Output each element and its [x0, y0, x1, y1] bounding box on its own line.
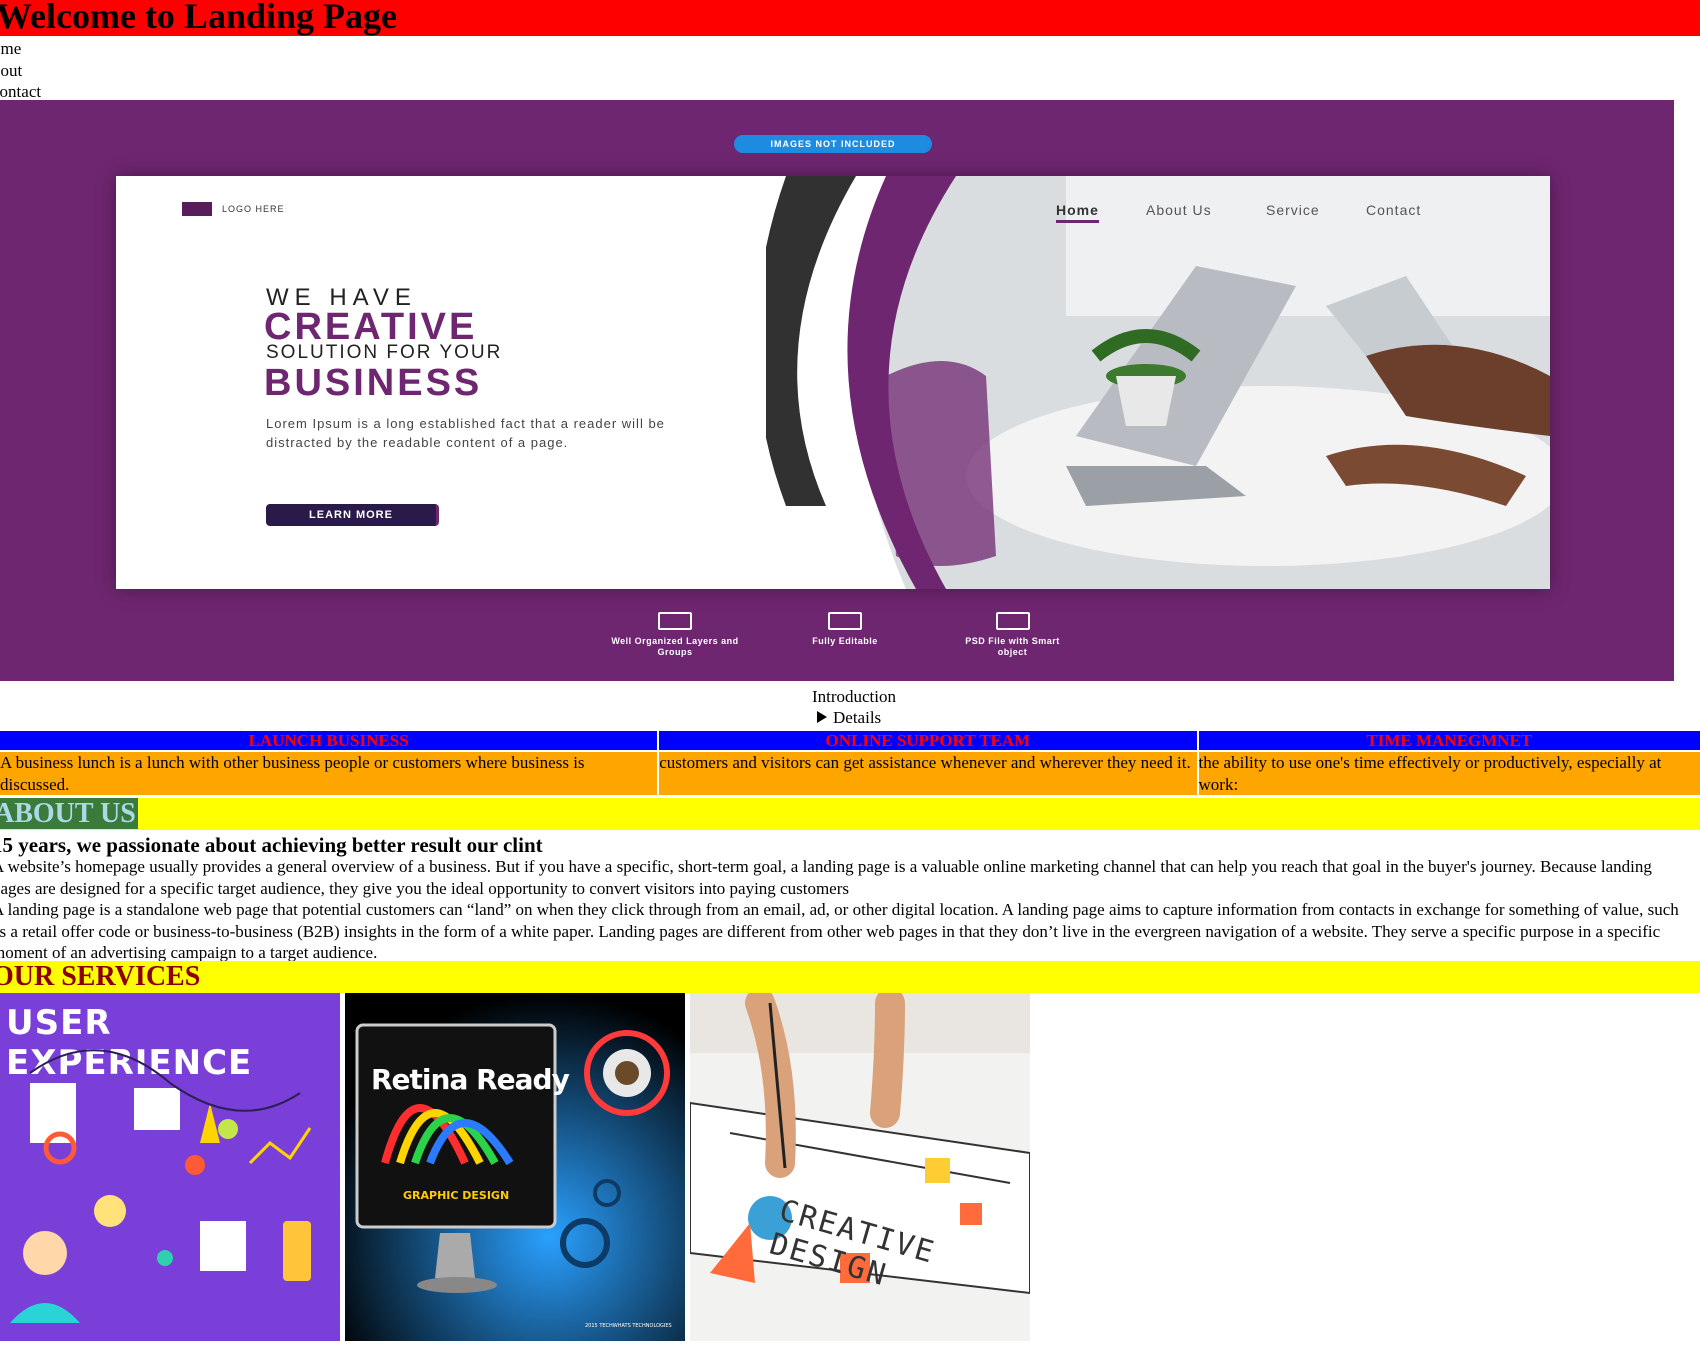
- feature-editable: Fully Editable: [810, 612, 880, 647]
- details-summary: Details: [833, 708, 882, 727]
- retina-subtitle: GRAPHIC DESIGN: [403, 1189, 510, 1202]
- intro-caption: Introduction: [811, 687, 897, 706]
- feature-psd-label: PSD File with Smart object: [965, 636, 1060, 657]
- office-photo: [766, 176, 1550, 589]
- table-header-cell: LAUNCH BUSINESS: [0, 731, 658, 750]
- page-header: Welcome to Landing Page: [0, 0, 1700, 36]
- learn-more-button: LEARN MORE: [266, 504, 439, 526]
- layers-icon: [658, 612, 692, 630]
- service-user-experience-image: USER EXPERIENCE: [0, 993, 340, 1341]
- page-title: Welcome to Landing Page: [0, 0, 397, 36]
- hero-mockup-card: LOGO HERE Home About Us Service Contact …: [116, 176, 1550, 589]
- mock-logo: LOGO HERE: [182, 202, 285, 216]
- nav-item-about: bout: [0, 60, 1700, 82]
- retina-illustration: [345, 993, 685, 1341]
- table-cell: the ability to use one's time effectivel…: [1198, 752, 1700, 795]
- disclosure-triangle-icon: [817, 711, 827, 723]
- nav-link-about[interactable]: bout: [0, 61, 22, 80]
- table-cell: A business lunch is a lunch with other b…: [0, 752, 658, 795]
- mock-menu-about: About Us: [1146, 202, 1212, 218]
- hero-line-business: BUSINESS: [264, 362, 483, 404]
- table-header-row: LAUNCH BUSINESS ONLINE SUPPORT TEAM TIME…: [0, 731, 1700, 750]
- feature-layers: Well Organized Layers and Groups: [600, 612, 750, 658]
- services-heading: OUR SERVICES: [0, 961, 201, 992]
- hero-line-solution: SOLUTION FOR YOUR: [266, 342, 503, 363]
- nav-link-contact[interactable]: contact: [0, 82, 41, 101]
- about-heading-bar: ABOUT US: [0, 798, 1700, 830]
- about-paragraph-1: A website’s homepage usually provides a …: [0, 857, 1652, 898]
- ux-illustration: [10, 1049, 312, 1323]
- folder-icon: [995, 612, 1030, 630]
- briefcase-icon: [182, 202, 212, 216]
- mock-menu-contact: Contact: [1366, 202, 1422, 218]
- nav-item-home: ome: [0, 38, 1700, 60]
- about-paragraph-2: A landing page is a standalone web page …: [0, 900, 1679, 962]
- service-retina-ready-image: Retina Ready GRAPHIC DESIGN 2015 TECHWHA…: [345, 993, 685, 1341]
- about-subheading: 15 years, we passionate about achieving …: [0, 833, 543, 857]
- services-gallery: USER EXPERIENCE Retina Ready GRAPHIC DES…: [0, 993, 1030, 1341]
- feature-editable-label: Fully Editable: [812, 636, 878, 646]
- details-toggle[interactable]: Details: [817, 707, 881, 728]
- table-header-cell: TIME MANEGMNET: [1198, 731, 1700, 750]
- features-table: LAUNCH BUSINESS ONLINE SUPPORT TEAM TIME…: [0, 729, 1700, 797]
- hero-banner-image: IMAGES NOT INCLUDED LOGO HERE Home About…: [0, 100, 1674, 681]
- edit-icon: [828, 612, 862, 630]
- services-heading-bar: OUR SERVICES: [0, 961, 1700, 993]
- mock-logo-text: LOGO HERE: [222, 203, 285, 214]
- mock-menu-home: Home: [1056, 202, 1099, 223]
- service-creative-design-image: CREATIVE DESIGN: [690, 993, 1030, 1341]
- retina-credit: 2015 TECHWHATS TECHNOLOGIES: [585, 1323, 672, 1329]
- about-text: A website’s homepage usually provides a …: [0, 856, 1692, 964]
- retina-title: Retina Ready: [371, 1063, 570, 1096]
- table-row: A business lunch is a lunch with other b…: [0, 752, 1700, 795]
- feature-psd: PSD File with Smart object: [960, 612, 1065, 658]
- about-heading: ABOUT US: [0, 798, 138, 829]
- nav-link-home[interactable]: ome: [0, 39, 21, 58]
- mock-menu-service: Service: [1266, 202, 1320, 218]
- nav-list: ome bout contact: [0, 36, 1700, 103]
- images-not-included-badge: IMAGES NOT INCLUDED: [734, 135, 932, 153]
- hero-description: Lorem Ipsum is a long established fact t…: [266, 416, 665, 450]
- table-header-cell: ONLINE SUPPORT TEAM: [659, 731, 1197, 750]
- table-cell: customers and visitors can get assistanc…: [659, 752, 1197, 795]
- feature-layers-label: Well Organized Layers and Groups: [611, 636, 739, 657]
